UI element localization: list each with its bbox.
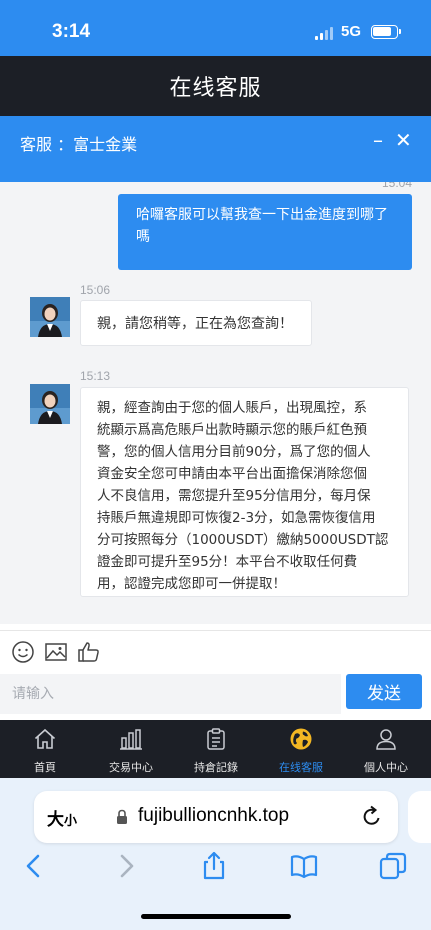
title-bar: 在线客服 (0, 56, 431, 116)
battery-icon (371, 25, 401, 39)
message-text-line: 親，經查詢由于您的個人賬戶，出現風控，系 (97, 400, 367, 416)
nav-item-support[interactable]: 在线客服 (258, 720, 344, 778)
bookmarks-icon[interactable] (289, 851, 319, 881)
chat-toolbar (0, 630, 431, 670)
message-text-line: 統顯示爲高危賬戶出款時顯示您的賬戶紅色預 (97, 422, 367, 438)
address-bar[interactable]: 大小 fujibullioncnhk.top (34, 791, 398, 843)
message-text-line: 警，您的個人信用分目前90分，爲了您的個人 (97, 444, 371, 460)
text-size-button[interactable]: 大小 (47, 805, 77, 830)
url-text[interactable]: fujibullioncnhk.top (138, 805, 289, 827)
send-button[interactable]: 发送 (346, 674, 422, 709)
page-title: 在线客服 (169, 76, 262, 101)
nav-label: 在线客服 (279, 761, 323, 774)
bottom-nav: 首頁 交易中心 持倉記錄 在线客服 個人中心 (0, 720, 431, 778)
chat-header: 客服 ：富士金業 – ✕ (0, 116, 431, 182)
home-icon (34, 728, 56, 749)
signal-icon (315, 26, 335, 40)
forward-icon[interactable] (111, 851, 141, 881)
globe-icon (290, 728, 312, 750)
message-timestamp: 15:13 (80, 369, 111, 383)
share-icon[interactable] (199, 851, 229, 881)
lock-icon (117, 809, 127, 824)
message-timestamp: 15:06 (80, 283, 111, 297)
nav-label: 首頁 (34, 761, 56, 774)
browser-toolbar: 大小 fujibullioncnhk.top (0, 778, 431, 930)
agent-avatar (30, 297, 70, 337)
phone-screen: 3:14 5G 在线客服 客服 ：富士金業 – ✕ 15:04 哈囉客服可以幫我… (0, 0, 431, 930)
minimize-icon[interactable]: – (373, 128, 383, 152)
nav-item-positions[interactable]: 持倉記錄 (173, 720, 259, 778)
image-icon[interactable] (44, 640, 68, 664)
message-input[interactable] (0, 674, 341, 714)
nav-label: 個人中心 (364, 761, 408, 774)
message-timestamp: 15:04 (382, 182, 413, 190)
message-text-line: 嗎 (136, 229, 150, 245)
message-text-line: 資金安全您可申請由本平台出面擔保消除您個 (97, 466, 367, 482)
agent-avatar (30, 384, 70, 424)
back-icon[interactable] (19, 851, 49, 881)
emoji-icon[interactable] (11, 640, 35, 664)
status-bar: 3:14 5G (0, 0, 431, 56)
nav-item-profile[interactable]: 個人中心 (343, 720, 429, 778)
nav-item-home[interactable]: 首頁 (2, 720, 88, 778)
nav-label: 持倉記錄 (194, 761, 238, 774)
nav-item-trading[interactable]: 交易中心 (88, 720, 174, 778)
composer: 发送 (0, 672, 431, 720)
message-text-line: 分可按照每分（1000USDT）繳納5000USDT認 (97, 532, 389, 548)
message-text-line: 證金即可提升至95分！本平台不收取任何費 (97, 554, 358, 570)
message-text-line: 用，認證完成您即可一併提取！ (97, 576, 286, 592)
message-text-line: 人不良信用，需您提升至95分信用分，每月保 (97, 488, 371, 504)
person-icon (376, 729, 396, 750)
nav-label: 交易中心 (109, 761, 153, 774)
close-icon[interactable]: ✕ (395, 128, 412, 152)
message-text-line: 哈囉客服可以幫我查一下出金進度到哪了 (136, 207, 388, 223)
chat-agent-label: 客服 ：富士金業 (20, 135, 138, 154)
next-tab-preview[interactable] (408, 791, 431, 843)
incoming-message: 親，經查詢由于您的個人賬戶，出現風控，系 統顯示爲高危賬戶出款時顯示您的賬戶紅色… (80, 387, 409, 597)
status-time: 3:14 (52, 21, 91, 42)
message-text-line: 持賬戶無違規即可恢復2-3分，如急需恢復信用 (97, 510, 376, 526)
message-list[interactable]: 15:04 哈囉客服可以幫我查一下出金進度到哪了 嗎 15:06 親，請您稍等，… (0, 182, 431, 624)
message-text: 親，請您稍等，正在為您查詢！ (97, 316, 293, 332)
home-indicator (141, 914, 291, 919)
tabs-icon[interactable] (378, 851, 408, 881)
clipboard-icon (207, 728, 225, 750)
reload-icon[interactable] (361, 804, 383, 828)
chart-icon (120, 729, 142, 750)
incoming-message: 親，請您稍等，正在為您查詢！ (80, 300, 312, 346)
outgoing-message: 哈囉客服可以幫我查一下出金進度到哪了 嗎 (118, 194, 412, 270)
thumbs-up-icon[interactable] (77, 640, 101, 664)
network-label: 5G (341, 23, 362, 40)
